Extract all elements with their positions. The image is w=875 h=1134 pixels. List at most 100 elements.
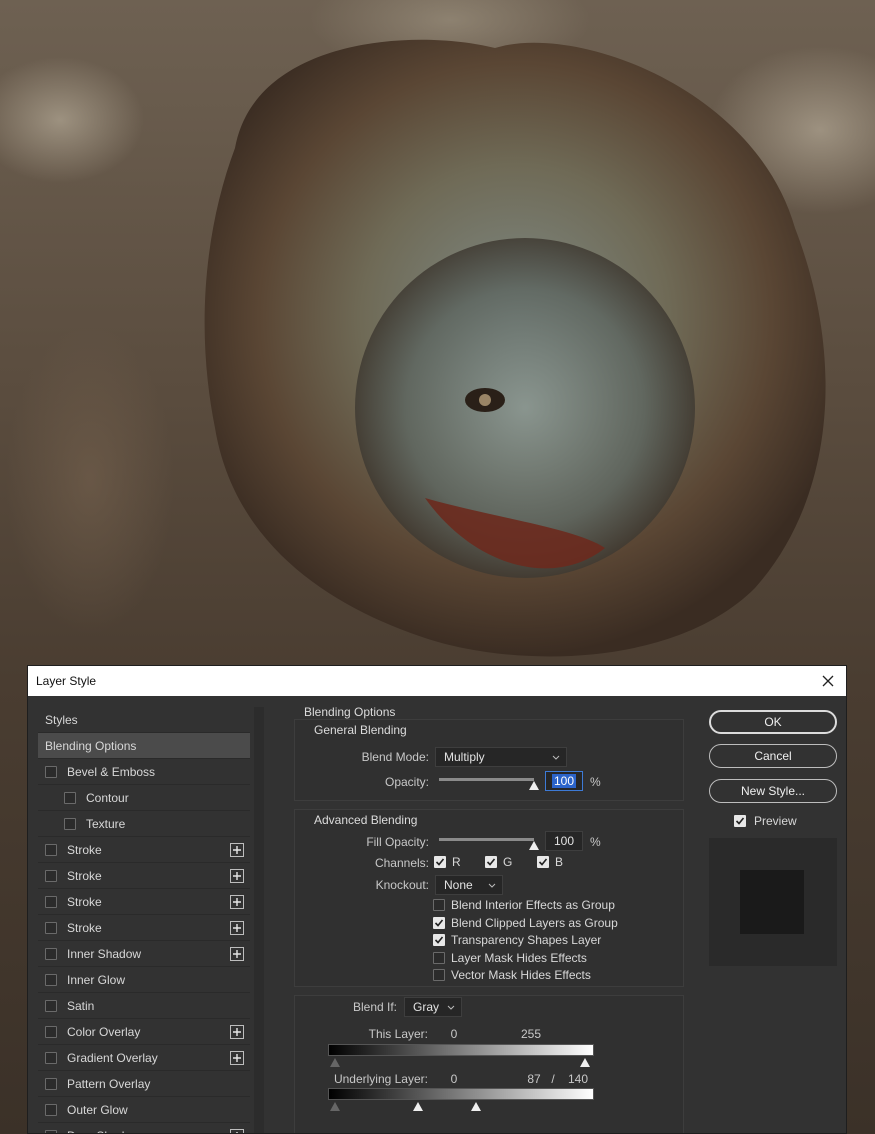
style-checkbox[interactable] [45,869,57,882]
add-effect-icon[interactable] [230,894,244,909]
add-effect-icon[interactable] [230,868,244,883]
add-effect-icon[interactable] [230,1128,244,1133]
new-style-button[interactable]: New Style... [709,779,837,803]
style-checkbox[interactable] [45,947,57,960]
style-checkbox[interactable] [45,1129,57,1133]
style-checkbox[interactable] [45,921,57,934]
channel-r-label: R [452,855,461,869]
channel-b-checkbox[interactable]: B [537,855,563,869]
option-transparency-shapes-layer[interactable]: Transparency Shapes Layer [433,933,601,947]
add-effect-icon[interactable] [230,1050,244,1065]
knockout-select[interactable]: None [435,875,503,895]
style-item-contour[interactable]: Contour [38,785,250,811]
fill-opacity-slider-track[interactable] [439,838,534,841]
this-layer-gradient[interactable] [328,1044,594,1056]
style-item-drop-shadow[interactable]: Drop Shadow [38,1123,250,1134]
style-item-stroke[interactable]: Stroke [38,889,250,915]
creature-head-image [204,39,826,657]
fill-opacity-input[interactable]: 100 [545,831,583,851]
channel-b-label: B [555,855,564,869]
opacity-input[interactable]: 100 [545,771,583,791]
style-item-label: Stroke [67,920,102,935]
blend-if-group [294,995,684,1133]
cancel-button[interactable]: Cancel [709,744,837,768]
option-vector-mask-hides-effects[interactable]: Vector Mask Hides Effects [433,968,591,982]
fill-opacity-slider-thumb[interactable] [529,841,539,850]
checkbox-empty-icon [433,952,445,964]
style-item-inner-glow[interactable]: Inner Glow [38,967,250,993]
option-label: Transparency Shapes Layer [451,933,602,947]
opacity-slider-track[interactable] [439,778,534,781]
option-blend-interior-effects-as-group[interactable]: Blend Interior Effects as Group [433,898,615,912]
style-checkbox[interactable] [45,843,57,856]
channel-r-checkbox[interactable]: R [434,855,461,869]
style-checkbox[interactable] [45,1025,57,1038]
underlying-split-b-slider[interactable] [471,1102,481,1111]
style-item-color-overlay[interactable]: Color Overlay [38,1019,250,1045]
style-item-label: Gradient Overlay [67,1050,158,1065]
underlying-split-b-value: 140 [567,1072,589,1086]
style-checkbox[interactable] [45,765,57,778]
underlying-low-value: 0 [450,1072,458,1086]
blend-if-select[interactable]: Gray [404,997,462,1017]
chevron-down-icon [552,750,560,764]
add-effect-icon[interactable] [230,920,244,935]
style-checkbox[interactable] [45,1051,57,1064]
style-checkbox[interactable] [45,999,57,1012]
general-blending-title: General Blending [314,723,407,737]
channel-g-checkbox[interactable]: G [485,855,512,869]
style-checkbox[interactable] [64,791,76,804]
style-item-label: Stroke [67,894,102,909]
style-item-bevel-emboss[interactable]: Bevel & Emboss [38,759,250,785]
underlying-split-a-slider[interactable] [413,1102,423,1111]
style-item-stroke[interactable]: Stroke [38,837,250,863]
blend-mode-label: Blend Mode: [361,750,429,764]
checkbox-checked-icon [734,815,746,827]
this-layer-low-value: 0 [450,1027,458,1041]
this-layer-label: This Layer: [368,1027,428,1041]
option-layer-mask-hides-effects[interactable]: Layer Mask Hides Effects [433,951,587,965]
this-layer-black-slider[interactable] [330,1058,340,1067]
style-item-stroke[interactable]: Stroke [38,863,250,889]
underlying-layer-gradient[interactable] [328,1088,594,1100]
style-checkbox[interactable] [45,973,57,986]
opacity-slider-thumb[interactable] [529,781,539,790]
checkbox-empty-icon [433,969,445,981]
checkbox-checked-icon [537,856,549,868]
style-checkbox[interactable] [45,895,57,908]
advanced-blending-title: Advanced Blending [314,813,418,827]
style-item-inner-shadow[interactable]: Inner Shadow [38,941,250,967]
style-item-texture[interactable]: Texture [38,811,250,837]
close-icon[interactable] [818,671,838,691]
style-item-label: Drop Shadow [67,1129,140,1134]
add-effect-icon[interactable] [230,946,244,961]
underlying-slash: / [551,1072,555,1086]
style-item-satin[interactable]: Satin [38,993,250,1019]
style-checkbox[interactable] [45,1077,57,1090]
style-item-pattern-overlay[interactable]: Pattern Overlay [38,1071,250,1097]
option-label: Vector Mask Hides Effects [451,968,591,982]
blend-if-value: Gray [413,1000,440,1014]
option-blend-clipped-layers-as-group[interactable]: Blend Clipped Layers as Group [433,916,618,930]
this-layer-high-value: 255 [520,1027,542,1041]
style-item-gradient-overlay[interactable]: Gradient Overlay [38,1045,250,1071]
checkbox-checked-icon [434,856,446,868]
style-item-styles[interactable]: Styles [38,707,250,733]
add-effect-icon[interactable] [230,1024,244,1039]
add-effect-icon[interactable] [230,842,244,857]
preview-checkbox[interactable]: Preview [734,814,797,828]
style-item-stroke[interactable]: Stroke [38,915,250,941]
layer-style-dialog: Layer Style Styles Blending Options Bevel … [27,665,847,1134]
style-item-label: Inner Glow [67,972,126,987]
underlying-black-slider[interactable] [330,1102,340,1111]
this-layer-white-slider[interactable] [580,1058,590,1067]
blend-mode-select[interactable]: Multiply [435,747,567,767]
styles-scrollbar[interactable] [254,707,264,1133]
style-checkbox[interactable] [64,817,76,830]
ok-button[interactable]: OK [709,710,837,734]
style-checkbox[interactable] [45,1103,57,1116]
chevron-down-icon [488,878,496,892]
channels-label: Channels: [374,856,429,870]
style-item-blending-options[interactable]: Blending Options [38,733,250,759]
style-item-outer-glow[interactable]: Outer Glow [38,1097,250,1123]
